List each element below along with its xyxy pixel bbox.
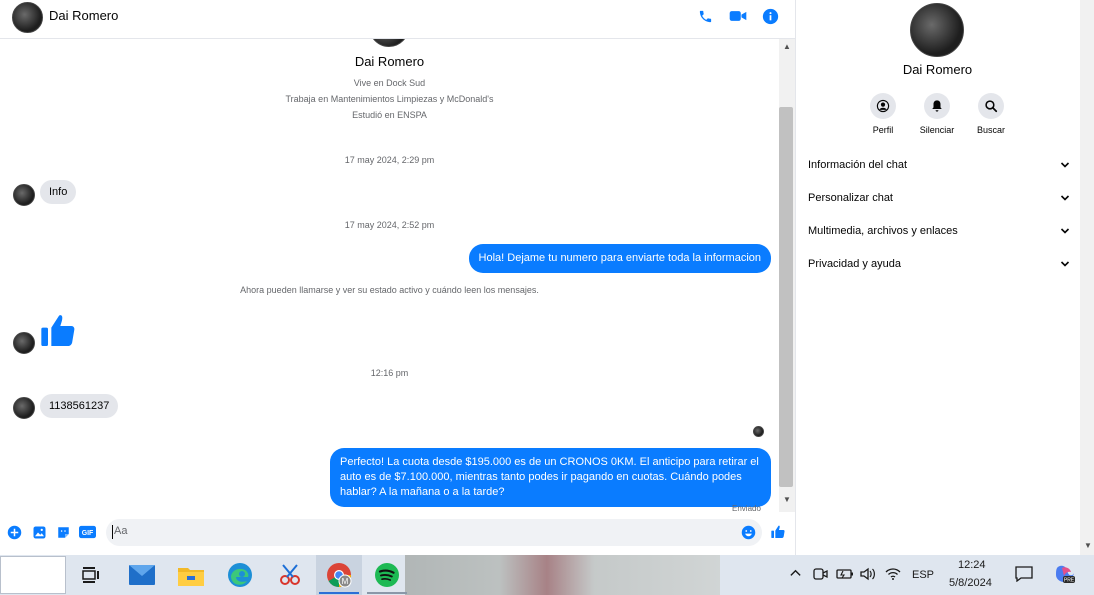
gif-icon[interactable]: GIF [78, 524, 96, 540]
profile-name: Dai Romero [354, 54, 425, 69]
section-privacy-help[interactable]: Privacidad y ayuda [808, 254, 1070, 274]
section-label: Personalizar chat [808, 192, 893, 204]
plus-icon[interactable] [6, 524, 22, 540]
profile-works: Trabaja en Mantenimientos Limpiezas y Mc… [285, 94, 494, 104]
chevron-down-icon [1060, 228, 1070, 234]
chrome-icon[interactable]: M [324, 560, 354, 590]
message-list[interactable]: Dai Romero Vive en Dock Sud Trabaja en M… [0, 39, 779, 512]
message-timestamp: 17 may 2024, 2:29 pm [344, 155, 435, 165]
copilot-icon[interactable]: PRE [1054, 564, 1076, 589]
profile-icon [876, 99, 890, 113]
bell-icon [932, 100, 942, 112]
search-action[interactable]: Buscar [961, 93, 1021, 135]
volume-icon[interactable] [859, 566, 877, 587]
profile-avatar[interactable] [369, 39, 409, 47]
svg-text:M: M [342, 577, 349, 586]
mail-icon[interactable] [127, 560, 157, 590]
task-view-icon[interactable] [76, 560, 106, 590]
message-incoming[interactable]: Info [40, 180, 77, 204]
message-timestamp: 12:16 pm [370, 368, 409, 378]
contact-name[interactable]: Dai Romero [49, 8, 118, 23]
search-action-label: Buscar [976, 125, 1005, 135]
page-scroll-down-arrow-icon[interactable]: ▼ [1080, 540, 1094, 552]
svg-text:PRE: PRE [1064, 578, 1075, 584]
photo-icon[interactable] [31, 524, 47, 540]
thumbs-up-icon[interactable] [38, 311, 78, 351]
wifi-icon[interactable] [885, 567, 901, 586]
contact-avatar[interactable] [12, 2, 43, 33]
video-call-icon[interactable] [728, 6, 748, 26]
clock-time[interactable]: 12:24 [958, 559, 986, 571]
section-label: Información del chat [808, 159, 908, 171]
meet-now-icon[interactable] [812, 566, 828, 587]
like-send-icon[interactable] [770, 524, 786, 540]
search-icon [985, 100, 998, 113]
message-incoming[interactable]: 1138561237 [40, 394, 119, 418]
sender-avatar[interactable] [13, 332, 35, 354]
profile-lives: Vive en Dock Sud [353, 78, 426, 88]
section-customize-chat[interactable]: Personalizar chat [808, 188, 1070, 208]
message-outgoing[interactable]: Hola! Dejame tu numero para enviarte tod… [468, 244, 771, 273]
section-media-files[interactable]: Multimedia, archivos y enlaces [808, 221, 1070, 241]
chevron-down-icon [1060, 261, 1070, 267]
message-status: Enviado [732, 504, 761, 512]
profile-action-label: Perfil [872, 125, 894, 135]
spotify-running-indicator [367, 592, 407, 594]
emoji-icon[interactable] [740, 524, 756, 540]
taskbar-search-box[interactable] [0, 556, 66, 594]
mute-action-label: Silenciar [919, 125, 955, 135]
text-cursor [112, 525, 113, 539]
chrome-active-indicator [319, 592, 359, 594]
message-outgoing[interactable]: Perfecto! La cuota desde $195.000 es de … [330, 448, 771, 507]
mute-action[interactable]: Silenciar [907, 93, 967, 135]
spotify-icon[interactable] [372, 560, 402, 590]
section-chat-info[interactable]: Información del chat [808, 155, 1070, 175]
taskbar-wallpaper [405, 555, 720, 595]
details-avatar[interactable] [910, 3, 964, 57]
scrollbar-thumb[interactable] [779, 107, 793, 487]
scroll-down-arrow-icon[interactable]: ▼ [779, 494, 795, 506]
edge-icon[interactable] [225, 560, 255, 590]
clock-date[interactable]: 5/8/2024 [949, 577, 992, 589]
read-receipt-avatar [753, 426, 764, 437]
sticker-icon[interactable] [55, 524, 71, 540]
profile-studied: Estudió en ENSPA [352, 110, 427, 120]
chat-header [0, 0, 795, 39]
battery-icon[interactable] [836, 566, 854, 587]
details-name: Dai Romero [902, 62, 973, 77]
sender-avatar[interactable] [13, 184, 35, 206]
svg-text:GIF: GIF [81, 530, 93, 537]
system-notice: Ahora pueden llamarse y ver su estado ac… [240, 285, 539, 295]
profile-action[interactable]: Perfil [853, 93, 913, 135]
message-input[interactable]: Aa [106, 519, 762, 546]
sender-avatar[interactable] [13, 397, 35, 419]
file-explorer-icon[interactable] [176, 560, 206, 590]
chevron-down-icon [1060, 162, 1070, 168]
language-indicator[interactable]: ESP [912, 569, 934, 581]
phone-call-icon[interactable] [695, 6, 715, 26]
message-timestamp: 17 may 2024, 2:52 pm [344, 220, 435, 230]
chevron-down-icon [1060, 195, 1070, 201]
info-icon[interactable] [760, 6, 780, 26]
show-hidden-icons-chevron-icon[interactable] [789, 567, 803, 581]
snipping-tool-icon[interactable] [275, 560, 305, 590]
notifications-icon[interactable] [1015, 566, 1033, 587]
scroll-up-arrow-icon[interactable]: ▲ [779, 41, 795, 53]
page-scrollbar[interactable] [1080, 0, 1094, 555]
section-label: Multimedia, archivos y enlaces [808, 225, 958, 237]
chat-details-panel [795, 0, 1080, 555]
section-label: Privacidad y ayuda [808, 258, 901, 270]
